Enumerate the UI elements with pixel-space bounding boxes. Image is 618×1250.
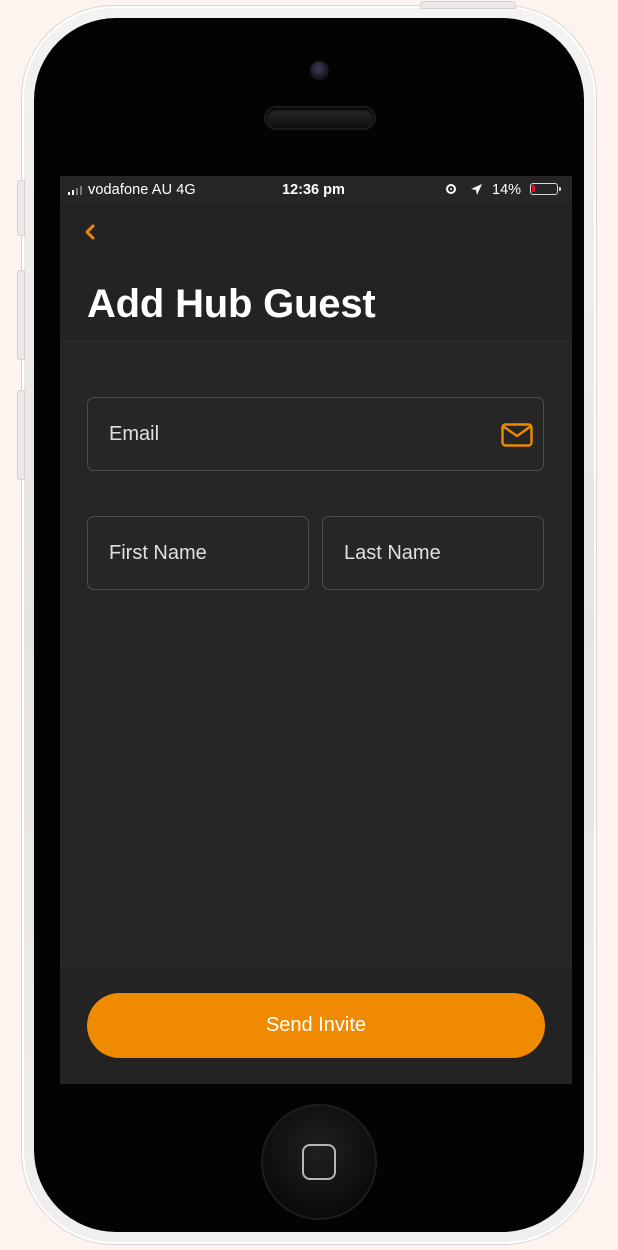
chevron-left-icon[interactable]	[78, 220, 102, 244]
volume-down-button	[17, 390, 25, 480]
mail-icon	[501, 423, 533, 447]
carrier-label: vodafone AU 4G	[88, 182, 196, 198]
first-name-input[interactable]	[88, 517, 308, 589]
send-invite-button[interactable]: Send Invite	[87, 993, 545, 1058]
first-name-field[interactable]	[87, 516, 309, 590]
email-field[interactable]	[87, 397, 544, 471]
home-button[interactable]	[263, 1106, 375, 1218]
last-name-field[interactable]	[322, 516, 544, 590]
battery-icon	[530, 183, 561, 195]
mute-switch	[17, 180, 25, 236]
battery-percent: 14%	[492, 182, 522, 198]
volume-up-button	[17, 270, 25, 360]
earpiece-speaker	[266, 108, 374, 128]
last-name-input[interactable]	[323, 517, 543, 589]
signal-icon	[68, 185, 82, 195]
app-screen: vodafone AU 4G 12:36 pm 14% Add Hub Gues…	[60, 176, 572, 1084]
power-button	[420, 1, 516, 9]
status-time: 12:36 pm	[282, 182, 345, 198]
orientation-lock-icon	[446, 184, 456, 194]
front-camera	[310, 61, 329, 80]
location-arrow-icon	[471, 184, 482, 195]
home-square-icon	[302, 1144, 336, 1180]
battery-level-fill	[532, 185, 535, 192]
bottom-bar: Send Invite	[60, 966, 572, 1084]
nav-header: Add Hub Guest	[60, 204, 572, 342]
email-input[interactable]	[88, 398, 543, 470]
page-title: Add Hub Guest	[87, 282, 376, 326]
status-bar: vodafone AU 4G 12:36 pm 14%	[60, 176, 572, 204]
